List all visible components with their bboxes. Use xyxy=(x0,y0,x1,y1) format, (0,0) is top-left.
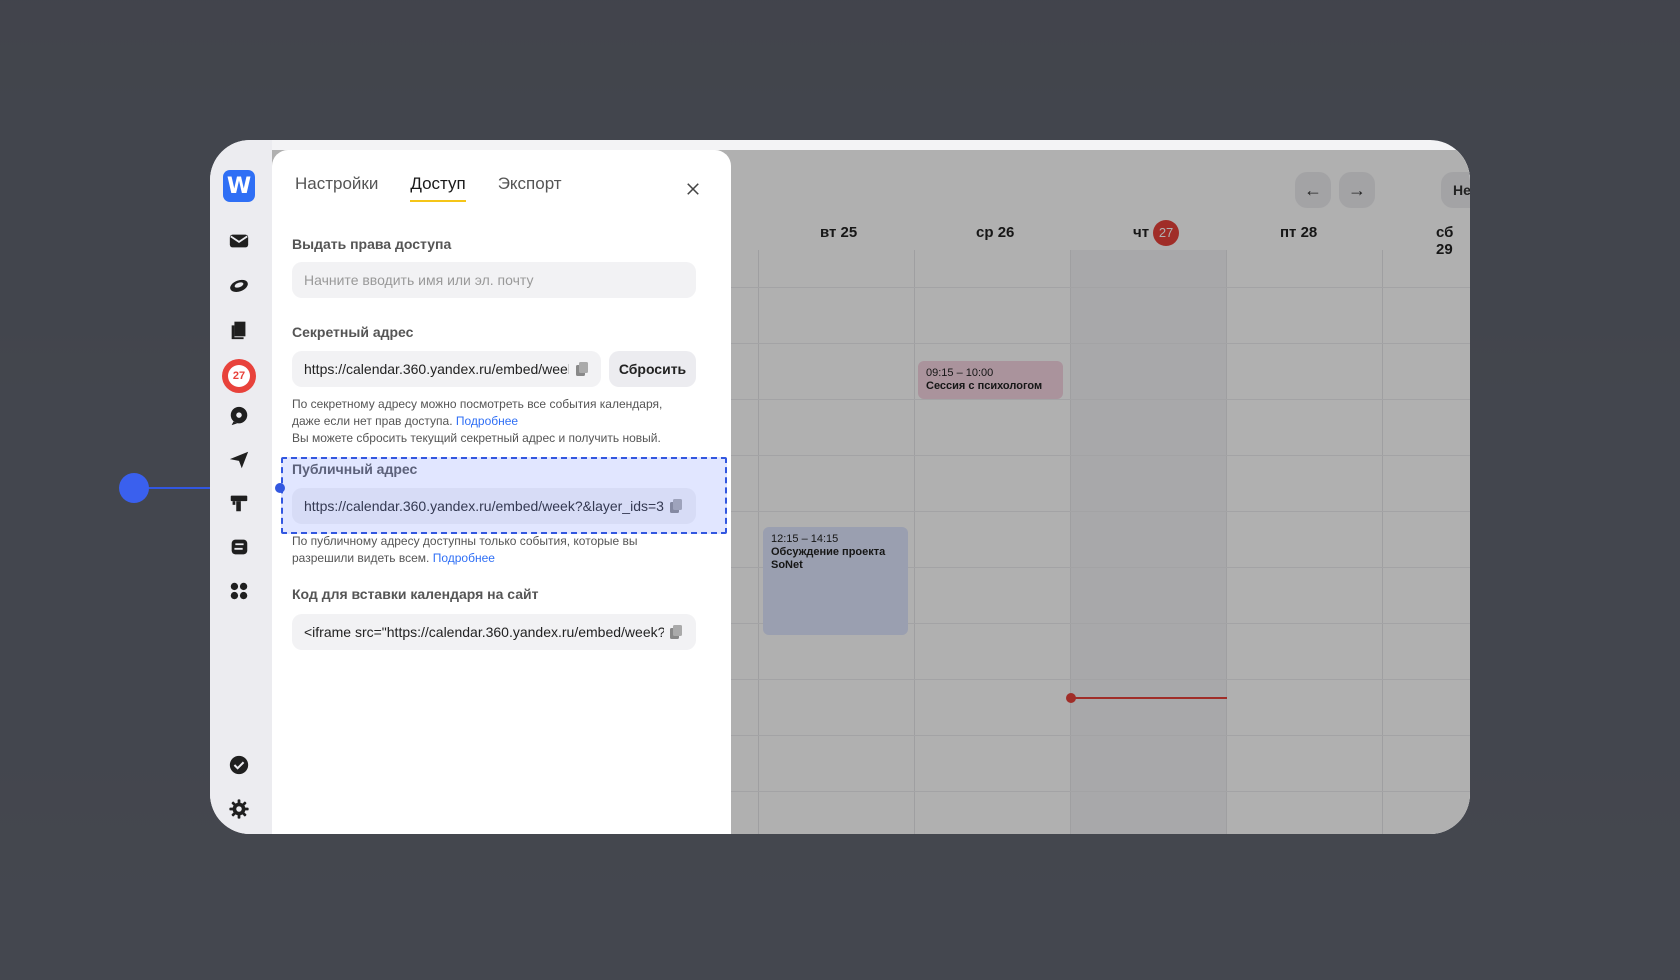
calendar-icon[interactable]: 27 xyxy=(222,359,256,393)
tab-access[interactable]: Доступ xyxy=(410,174,467,202)
annotation-dot xyxy=(119,473,149,503)
secret-address-field[interactable]: https://calendar.360.yandex.ru/embed/wee… xyxy=(292,351,601,387)
secret-address-hint: По секретному адресу можно посмотреть вс… xyxy=(292,397,663,445)
telemost-icon[interactable] xyxy=(226,447,252,473)
learn-more-link[interactable]: Подробнее xyxy=(433,551,495,565)
settings-icon[interactable] xyxy=(226,796,252,822)
embed-code-field[interactable]: <iframe src="https://calendar.360.yandex… xyxy=(292,614,696,650)
embed-code-label: Код для вставки календаря на сайт xyxy=(292,586,539,602)
close-icon[interactable] xyxy=(684,180,702,198)
public-address-highlight xyxy=(281,457,727,534)
messenger-icon[interactable] xyxy=(226,403,252,429)
settings-tabs: Настройки Доступ Экспорт xyxy=(295,174,562,202)
logo-icon[interactable]: W xyxy=(223,170,255,202)
docs-icon[interactable] xyxy=(226,316,252,342)
learn-more-link[interactable]: Подробнее xyxy=(456,414,518,428)
copy-icon[interactable] xyxy=(574,361,590,377)
reset-secret-button[interactable]: Сбросить xyxy=(609,351,696,387)
copy-icon[interactable] xyxy=(668,624,684,640)
public-address-hint: По публичному адресу доступны только соб… xyxy=(292,534,638,565)
apps-icon[interactable] xyxy=(226,578,252,604)
disk-icon[interactable] xyxy=(226,272,252,298)
grant-access-label: Выдать права доступа xyxy=(292,236,452,252)
notes-icon[interactable] xyxy=(226,534,252,560)
annotation-anchor xyxy=(275,483,285,493)
mail-icon[interactable] xyxy=(226,228,252,254)
tracker-icon[interactable] xyxy=(226,490,252,516)
grant-access-input[interactable]: Начните вводить имя или эл. почту xyxy=(292,262,696,298)
tasks-icon[interactable] xyxy=(226,752,252,778)
secret-address-label: Секретный адрес xyxy=(292,324,414,340)
tab-export[interactable]: Экспорт xyxy=(498,174,562,202)
tab-settings[interactable]: Настройки xyxy=(295,174,378,202)
app-rail: W 27 xyxy=(210,140,272,834)
